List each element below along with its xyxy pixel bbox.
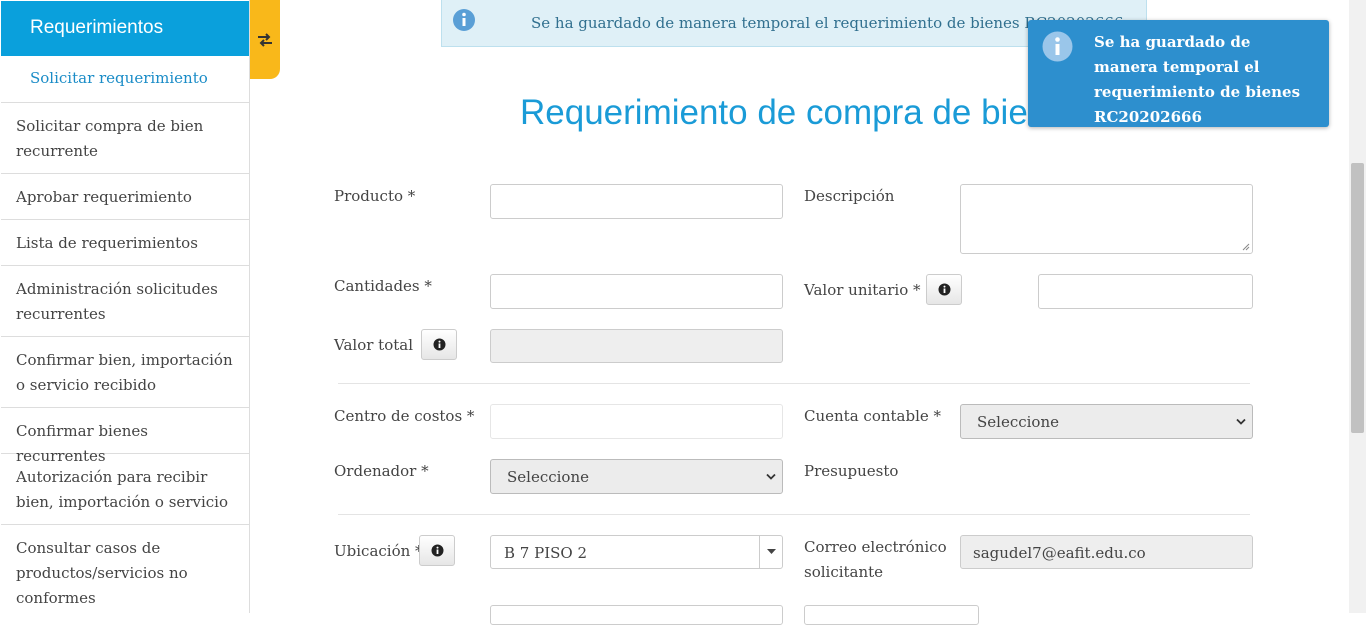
sidebar-item-autorizacion[interactable]: Autorización para recibir bien, importac…: [1, 454, 249, 525]
producto-label: Producto *: [334, 187, 416, 205]
info-circle-icon: [433, 338, 446, 351]
sidebar-item-label: Lista de requerimientos: [16, 234, 198, 252]
valor-total-input: [490, 329, 783, 363]
sidebar-item-label: Confirmar bien, importación o servicio r…: [16, 351, 233, 394]
sidebar-item-label: Administración solicitudes recurrentes: [16, 280, 218, 323]
valor-unitario-input[interactable]: [1038, 274, 1253, 309]
sidebar-item-label: Consultar casos de productos/servicios n…: [16, 539, 188, 607]
sidebar-item-lista[interactable]: Lista de requerimientos: [1, 220, 249, 266]
divider: [338, 383, 1250, 384]
correo-label: Correo electrónico solicitante: [804, 538, 947, 581]
valor-total-label: Valor total: [334, 336, 413, 354]
sidebar-toggle-button[interactable]: [250, 0, 280, 79]
sidebar-item-label: Autorización para recibir bien, importac…: [16, 468, 228, 511]
ubicacion-value: B 7 PISO 2: [504, 544, 588, 562]
info-icon: [453, 9, 475, 31]
sidebar-item-label: Solicitar compra de bien recurrente: [16, 117, 204, 160]
scrollbar-thumb[interactable]: [1351, 163, 1364, 433]
sidebar-item-aprobar[interactable]: Aprobar requerimiento: [1, 174, 249, 220]
sidebar-item-compra-recurrente[interactable]: Solicitar compra de bien recurrente: [1, 103, 249, 174]
centro-costos-input[interactable]: [490, 404, 783, 439]
cuenta-contable-value: Seleccione: [977, 413, 1059, 431]
ordenador-select[interactable]: Seleccione: [490, 459, 783, 494]
sidebar-title: Requerimientos: [30, 17, 164, 38]
sidebar-item-confirmar-recurrentes[interactable]: Confirmar bienes recurrentes: [1, 408, 249, 465]
sidebar-item-confirmar-bien[interactable]: Confirmar bien, importación o servicio r…: [1, 337, 249, 408]
chevron-down-icon: [1236, 418, 1246, 425]
caret-down-icon: [767, 549, 776, 554]
sidebar-item-administracion[interactable]: Administración solicitudes recurrentes: [1, 266, 249, 337]
centro-costos-label: Centro de costos *: [334, 407, 475, 425]
producto-input[interactable]: [490, 184, 783, 219]
next-row-input-right[interactable]: [804, 605, 979, 625]
ubicacion-info-button[interactable]: [419, 535, 455, 566]
page-title: Requerimiento de compra de bienes: [520, 93, 1085, 132]
info-circle-icon: [938, 283, 951, 296]
cuenta-contable-select[interactable]: Seleccione: [960, 404, 1253, 439]
notification-toast[interactable]: Se ha guardado de manera temporal el req…: [1028, 20, 1329, 127]
cuenta-contable-label: Cuenta contable *: [804, 407, 942, 425]
valor-total-info-button[interactable]: [421, 329, 457, 360]
correo-input: sagudel7@eafit.edu.co: [960, 535, 1253, 569]
info-circle-icon: [431, 544, 444, 557]
resize-handle-icon: [1242, 243, 1250, 251]
ubicacion-dropdown-button[interactable]: [759, 536, 782, 568]
chevron-down-icon: [766, 473, 776, 480]
page-scrollbar[interactable]: [1349, 0, 1366, 613]
sidebar-header[interactable]: Requerimientos: [1, 1, 249, 56]
toast-message: Se ha guardado de manera temporal el req…: [1094, 33, 1301, 126]
descripcion-label: Descripción: [804, 187, 895, 205]
ubicacion-label: Ubicación *: [334, 542, 423, 560]
cantidades-label: Cantidades *: [334, 277, 432, 295]
descripcion-textarea[interactable]: [960, 184, 1253, 254]
ubicacion-combobox[interactable]: B 7 PISO 2: [490, 535, 783, 569]
divider: [338, 514, 1250, 515]
correo-value: sagudel7@eafit.edu.co: [973, 544, 1146, 562]
valor-unitario-label: Valor unitario *: [804, 281, 921, 299]
info-icon: [1042, 31, 1073, 62]
presupuesto-label: Presupuesto: [804, 462, 899, 480]
sidebar-item-label: Aprobar requerimiento: [16, 188, 192, 206]
sidebar: Requerimientos Solicitar requerimiento S…: [0, 0, 250, 613]
next-row-input[interactable]: [490, 605, 783, 625]
ordenador-value: Seleccione: [507, 468, 589, 486]
sidebar-item-no-conformes[interactable]: Consultar casos de productos/servicios n…: [1, 525, 249, 620]
swap-arrows-icon: [258, 33, 272, 47]
cantidades-input[interactable]: [490, 274, 783, 309]
sidebar-item-label: Solicitar requerimiento: [30, 69, 208, 87]
sidebar-item-solicitar-requerimiento[interactable]: Solicitar requerimiento: [1, 56, 249, 103]
valor-unitario-info-button[interactable]: [926, 274, 962, 305]
ordenador-label: Ordenador *: [334, 462, 429, 480]
